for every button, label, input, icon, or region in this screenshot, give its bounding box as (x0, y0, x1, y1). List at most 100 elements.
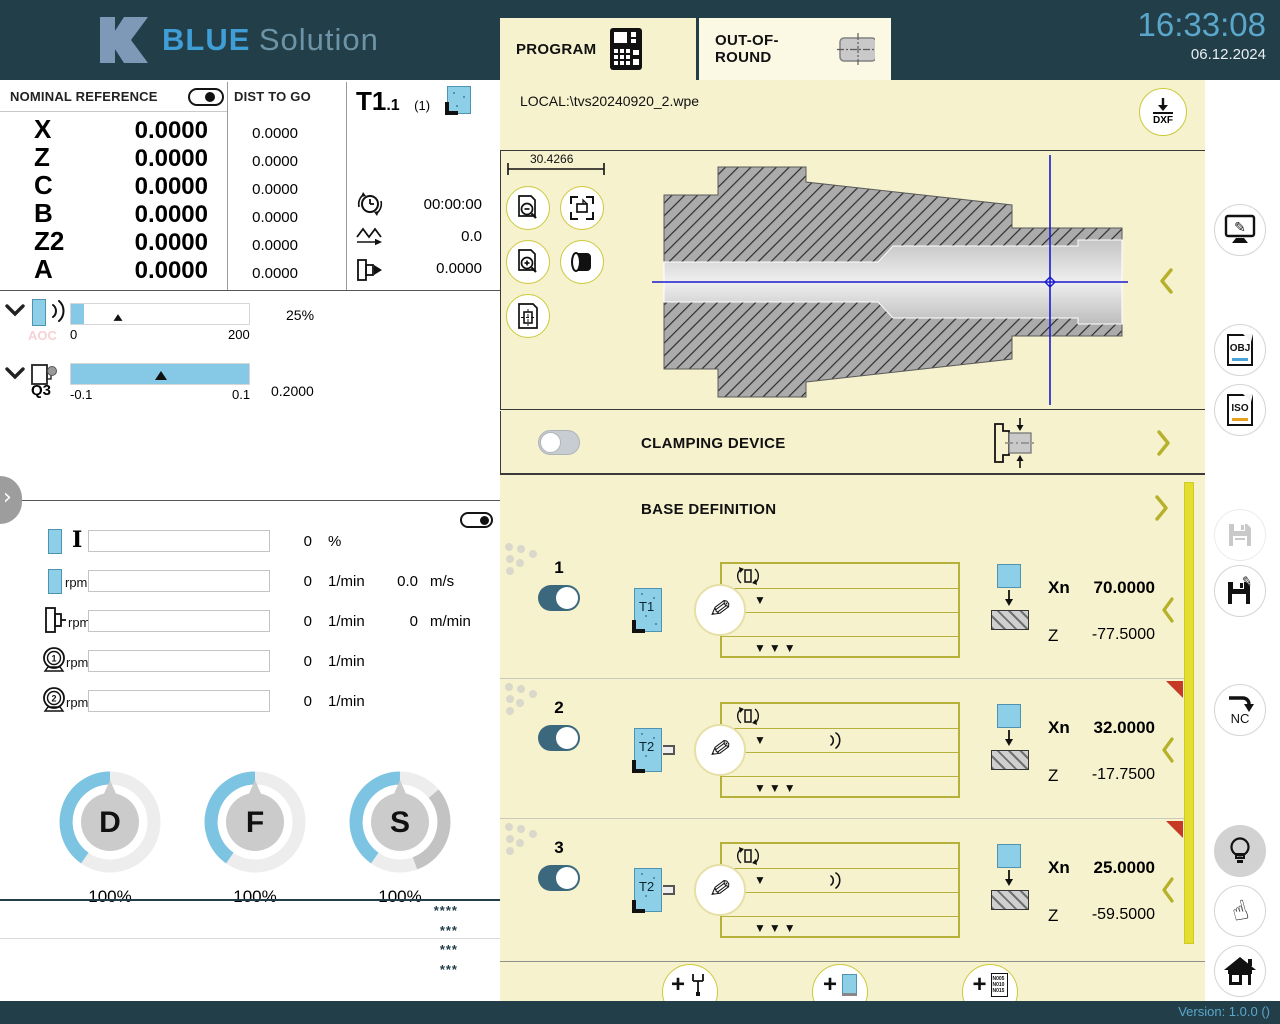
gauge-f[interactable]: F 100% (195, 762, 315, 907)
view-3d-button[interactable] (560, 240, 604, 284)
base-row-1-edit-button[interactable]: ✎ (694, 584, 746, 636)
axis-dist: 0.0000 (208, 209, 298, 226)
base-row-number: 2 (538, 698, 580, 718)
select-arrow-icon[interactable]: ▼ (754, 593, 769, 607)
multi-select-arrow-icon[interactable]: ▼▼▼ (754, 641, 799, 655)
zoom-out-button[interactable] (506, 186, 550, 230)
q3-min: -0.1 (70, 387, 92, 402)
base-row-3-edit-button[interactable]: ✎ (694, 864, 746, 916)
part-drawing (500, 150, 1205, 410)
axis-value: 0.0000 (88, 201, 208, 229)
aoc-workpiece-icon (32, 299, 46, 326)
tool-spindle-input[interactable] (88, 610, 270, 632)
status-line: *** (398, 962, 458, 977)
tab-out-of-round[interactable]: OUT-OF-ROUND (699, 18, 891, 80)
select-arrow-icon[interactable]: ▼ (754, 873, 769, 887)
axis-value: 0.0000 (88, 229, 208, 257)
tool-edge: .1 (386, 97, 399, 114)
k-logo-icon (100, 17, 152, 63)
q3-collapse-chevron[interactable] (4, 366, 26, 385)
tool-spindle-value2: 0 (390, 613, 418, 630)
base-row-2-edit-button[interactable]: ✎ (694, 724, 746, 776)
base-row-1-tool-label: T1 (639, 599, 654, 614)
nominal-reference-toggle[interactable] (188, 88, 224, 106)
drawer-handle[interactable]: › (0, 476, 22, 524)
workpiece-view-button[interactable] (506, 294, 550, 338)
dxf-export-button[interactable]: DXF (1139, 88, 1187, 136)
base-row-3-toggle[interactable] (538, 865, 580, 891)
tab-program[interactable]: PROGRAM (500, 18, 696, 80)
version-label: Version: 1.0.0 () (1178, 1004, 1270, 1019)
base-definition-expand-chevron[interactable] (1154, 495, 1168, 521)
home-button[interactable] (1214, 945, 1266, 997)
cycle-time-icon (356, 190, 384, 223)
save-as-button[interactable]: ✎ (1214, 565, 1266, 617)
axis-table: X0.00000.0000 Z0.00000.0000 C0.00000.000… (34, 114, 298, 282)
axis-value: 0.0000 (88, 145, 208, 173)
base-row-3-tool-icon[interactable]: T2 (634, 868, 662, 912)
tool-offset-value: 0.0000 (382, 260, 482, 277)
motor-1-input[interactable] (88, 650, 270, 672)
light-mode-button[interactable] (1214, 825, 1266, 877)
status-line: *** (398, 923, 458, 938)
program-path: LOCAL:\tvs20240920_2.wpe (520, 93, 699, 109)
clamping-device-toggle[interactable] (538, 430, 580, 455)
motor-2-unit: 1/min (328, 693, 365, 710)
touch-mode-button[interactable]: ☝ (1214, 885, 1266, 937)
base-row-1-tool-icon[interactable]: T1 (634, 588, 662, 632)
base-row-1-chevron[interactable] (1162, 597, 1175, 623)
nc-export-button[interactable]: NC (1214, 684, 1266, 736)
select-arrow-icon[interactable]: ▼ (754, 733, 769, 747)
obj-file-button[interactable]: OBJ (1214, 324, 1266, 376)
base-row-3-chevron[interactable] (1162, 877, 1175, 903)
axis-name: C (34, 170, 88, 201)
tab-program-label: PROGRAM (516, 41, 596, 58)
base-row-2-chevron[interactable] (1162, 737, 1175, 763)
fit-view-button[interactable] (560, 186, 604, 230)
screen-edit-button[interactable]: ✎ (1214, 204, 1266, 256)
gauge-s[interactable]: S 100% (340, 762, 460, 907)
footer-bar: Version: 1.0.0 () (0, 1001, 1280, 1024)
base-row-2-toggle[interactable] (538, 725, 580, 751)
gauge-d-percent: 100% (50, 887, 170, 907)
aoc-slider[interactable] (70, 303, 250, 325)
zoom-in-button[interactable] (506, 240, 550, 284)
app-header: BLUE Solution 16:33:08 06.12.2024 PROGRA… (0, 0, 1280, 80)
probe-arrow-icon (1001, 870, 1017, 888)
base-row-2-alert-icon (1166, 681, 1183, 698)
base-row-2-tool-icon[interactable]: T2 (634, 728, 662, 772)
multi-select-arrow-icon[interactable]: ▼▼▼ (754, 921, 799, 935)
axis-dist: 0.0000 (208, 153, 298, 170)
tool-count: (1) (414, 98, 430, 113)
gauge-d[interactable]: D 100% (50, 762, 170, 907)
current-input[interactable] (88, 530, 270, 552)
base-row-1-toggle[interactable] (538, 585, 580, 611)
base-definition-scrollbar[interactable] (1184, 482, 1194, 944)
spindle2-input[interactable] (88, 570, 270, 592)
gauge-d-letter: D (99, 806, 121, 839)
multi-select-arrow-icon[interactable]: ▼▼▼ (754, 781, 799, 795)
drawing-collapse-chevron[interactable] (1160, 268, 1174, 294)
motor-1-unit: 1/min (328, 653, 365, 670)
motor-2-input[interactable] (88, 690, 270, 712)
base-row-number: 1 (538, 558, 580, 578)
current-unit: % (328, 533, 341, 550)
motor-1-rpm-label: rpm (66, 655, 88, 670)
axis-dist: 0.0000 (208, 181, 298, 198)
tool-spindle-value: 0 (290, 613, 312, 630)
manual-section-toggle[interactable] (460, 512, 493, 528)
save-button-disabled (1214, 509, 1266, 561)
brand-name-bold: BLUE (162, 22, 250, 57)
gauge-s-letter: S (390, 806, 410, 839)
svg-text:1: 1 (51, 654, 56, 664)
obj-label: OBJ (1229, 343, 1251, 354)
base-row-2-def-box: ▼ ▼▼▼ (720, 702, 960, 798)
clock: 16:33:08 06.12.2024 (1138, 6, 1266, 63)
probe-workpiece-icon (997, 564, 1021, 588)
gauge-f-letter: F (246, 806, 264, 839)
iso-file-button[interactable]: ISO (1214, 384, 1266, 436)
q3-slider[interactable] (70, 363, 250, 385)
feed-value: 0.0 (382, 228, 482, 245)
clamping-expand-chevron[interactable] (1156, 430, 1170, 456)
aoc-collapse-chevron[interactable] (4, 303, 26, 322)
